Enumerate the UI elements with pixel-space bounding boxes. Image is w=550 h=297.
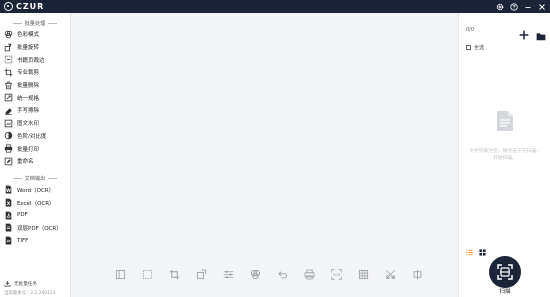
batch-task-status[interactable]: 无批量任务 — [0, 279, 71, 288]
sidebar-item-uniform-size[interactable]: 统一规格 — [0, 91, 70, 104]
sidebar-item-label: 统一规格 — [17, 95, 40, 102]
sidebar-item-crop[interactable]: 专业裁剪 — [0, 66, 70, 79]
split-icon[interactable] — [383, 267, 397, 281]
tiff-icon — [4, 236, 13, 245]
rename-icon — [4, 157, 13, 166]
file-list-panel: 0/0 全选 文件列表为空，请点击下方扫描，开始扫描。 扫描 — [458, 13, 550, 297]
watermark-icon — [4, 119, 13, 128]
svg-text:OCR: OCR — [332, 272, 340, 276]
undo-icon[interactable] — [275, 267, 289, 281]
scan-icon — [497, 264, 513, 280]
sidebar-item-label: 批量删除 — [17, 83, 40, 90]
rotate-icon — [4, 43, 13, 52]
sidebar-item-pdf[interactable]: PDF — [0, 209, 70, 222]
rotate-icon[interactable] — [194, 267, 208, 281]
merge-icon[interactable] — [410, 267, 424, 281]
sidebar-item-color-mode[interactable]: 色彩模式 — [0, 28, 70, 41]
empty-file-icon — [496, 110, 514, 136]
app-brand: CZUR — [16, 2, 45, 11]
section-title-output: 文档输出 — [0, 174, 70, 184]
ocr-icon[interactable]: OCR — [329, 267, 343, 281]
sidebar-item-handwriting-erase[interactable]: 手写擦除 — [0, 104, 70, 117]
svg-text:W: W — [6, 188, 11, 194]
adjust-icon[interactable] — [221, 267, 235, 281]
sidebar-item-rotate[interactable]: 批量旋转 — [0, 41, 70, 54]
book-crop-icon — [4, 55, 13, 64]
contrast-icon — [4, 131, 13, 140]
sidebar-item-delete[interactable]: 批量删除 — [0, 79, 70, 92]
sidebar-item-label: 双层PDF（OCR） — [17, 225, 62, 232]
sidebar-item-label: 图文水印 — [17, 121, 40, 128]
title-bar: CZUR — [0, 0, 550, 13]
sidebar-item-watermark[interactable]: 图文水印 — [0, 117, 70, 130]
select-all-checkbox[interactable]: 全选 — [466, 44, 484, 51]
sidebar-item-tiff[interactable]: TIFF — [0, 234, 70, 247]
trash-icon — [4, 81, 13, 90]
print-icon — [4, 144, 13, 153]
sidebar-item-label: 重命名 — [17, 159, 34, 166]
sidebar-item-dual-pdf[interactable]: 双层PDF（OCR） — [0, 222, 70, 235]
sidebar-item-print[interactable]: 批量打印 — [0, 142, 70, 155]
sidebar-item-excel[interactable]: X Excel（OCR） — [0, 196, 70, 209]
sidebar-item-label: 手写擦除 — [17, 108, 40, 115]
sidebar-item-label: 批量旋转 — [17, 45, 40, 52]
sidebar-item-label: PDF — [17, 212, 28, 219]
folder-icon[interactable] — [536, 26, 546, 45]
sidebar-item-label: 书籍页裁边 — [17, 57, 45, 64]
grid-icon[interactable] — [356, 267, 370, 281]
view-toggle — [466, 241, 486, 260]
gear-icon[interactable] — [496, 3, 504, 11]
print-icon[interactable] — [302, 267, 316, 281]
select-icon[interactable] — [140, 267, 154, 281]
sidebar-item-label: 色彩模式 — [17, 32, 40, 39]
resize-icon — [4, 93, 13, 102]
scan-button[interactable] — [489, 256, 521, 288]
help-icon[interactable] — [510, 2, 518, 11]
section-title-batch: 批量处理 — [0, 18, 70, 28]
sidebar: 批量处理 色彩模式 批量旋转 书籍页裁边 专业裁剪 批量删除 统一规格 手写擦除… — [0, 13, 71, 297]
sidebar-item-label: TIFF — [17, 237, 29, 244]
file-count: 0/0 — [466, 27, 475, 33]
erase-icon — [4, 106, 13, 115]
crop-icon — [4, 68, 13, 77]
main-canvas: OCR — [71, 13, 458, 297]
close-icon[interactable] — [538, 3, 546, 11]
minimize-icon[interactable] — [524, 3, 532, 11]
version-label: 当前版本号：2.2.240123 — [4, 290, 56, 296]
crop-icon[interactable] — [167, 267, 181, 281]
app-logo: CZUR — [4, 2, 44, 11]
sidebar-item-label: 专业裁剪 — [17, 70, 40, 77]
svg-text:X: X — [7, 201, 11, 207]
dual-pdf-icon — [4, 223, 13, 232]
logo-icon — [4, 2, 13, 11]
sidebar-item-label: 色阶/对比度 — [17, 133, 47, 140]
bottom-toolbar: OCR — [71, 267, 458, 281]
color-icon[interactable] — [248, 267, 262, 281]
sidebar-item-rename[interactable]: 重命名 — [0, 155, 70, 168]
sidebar-item-label: 批量打印 — [17, 146, 40, 153]
color-mode-icon — [4, 30, 13, 39]
fit-icon[interactable] — [113, 267, 127, 281]
checkbox[interactable] — [466, 45, 471, 50]
scan-label: 扫描 — [499, 289, 511, 295]
add-icon[interactable] — [519, 25, 529, 44]
excel-icon: X — [4, 198, 13, 207]
sidebar-item-label: Excel（OCR） — [17, 200, 55, 207]
sidebar-item-book-crop[interactable]: 书籍页裁边 — [0, 53, 70, 66]
sidebar-item-label: Word（OCR） — [17, 187, 55, 194]
sidebar-item-word[interactable]: W Word（OCR） — [0, 184, 70, 197]
download-icon — [4, 280, 11, 287]
sidebar-item-contrast[interactable]: 色阶/对比度 — [0, 130, 70, 143]
grid-view-icon[interactable] — [479, 241, 486, 260]
list-view-icon[interactable] — [466, 241, 473, 260]
pdf-icon — [4, 211, 13, 220]
empty-list-message: 文件列表为空，请点击下方扫描，开始扫描。 — [469, 149, 541, 161]
word-icon: W — [4, 185, 13, 194]
